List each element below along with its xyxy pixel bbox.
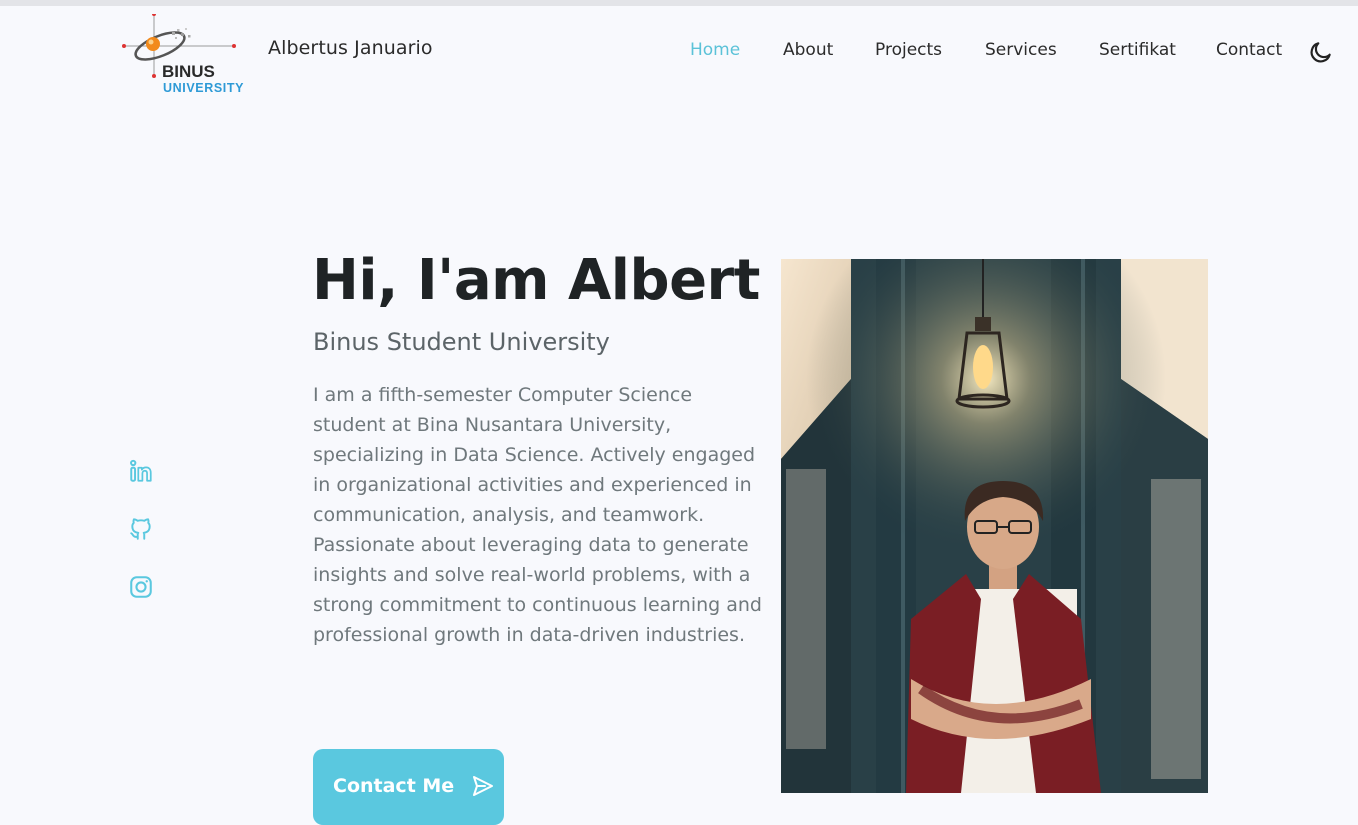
- send-icon: [471, 774, 495, 798]
- logo-title: BINUS: [162, 62, 215, 81]
- nav-about[interactable]: About: [783, 40, 833, 60]
- logo-subtitle: UNIVERSITY: [163, 81, 244, 94]
- github-icon[interactable]: [128, 516, 154, 542]
- nav-services[interactable]: Services: [985, 40, 1057, 60]
- nav-contact[interactable]: Contact: [1216, 40, 1282, 60]
- hero-title: Hi, I'am Albert: [312, 248, 760, 313]
- moon-icon[interactable]: [1308, 39, 1334, 65]
- nav-projects[interactable]: Projects: [875, 40, 942, 60]
- nav-home[interactable]: Home: [690, 40, 740, 60]
- site-header: BINUS UNIVERSITY Albertus Januario Home …: [0, 6, 1358, 96]
- linkedin-icon[interactable]: [128, 458, 154, 484]
- main-nav: Home About Projects Services Sertifikat …: [0, 40, 1358, 64]
- profile-photo: [781, 259, 1208, 793]
- hero-subtitle: Binus Student University: [313, 328, 610, 356]
- contact-me-button[interactable]: Contact Me: [313, 749, 504, 825]
- nav-sertifikat[interactable]: Sertifikat: [1099, 40, 1176, 60]
- contact-me-label: Contact Me: [333, 775, 455, 797]
- instagram-icon[interactable]: [128, 574, 154, 600]
- hero-description: I am a fifth-semester Computer Science s…: [313, 384, 762, 646]
